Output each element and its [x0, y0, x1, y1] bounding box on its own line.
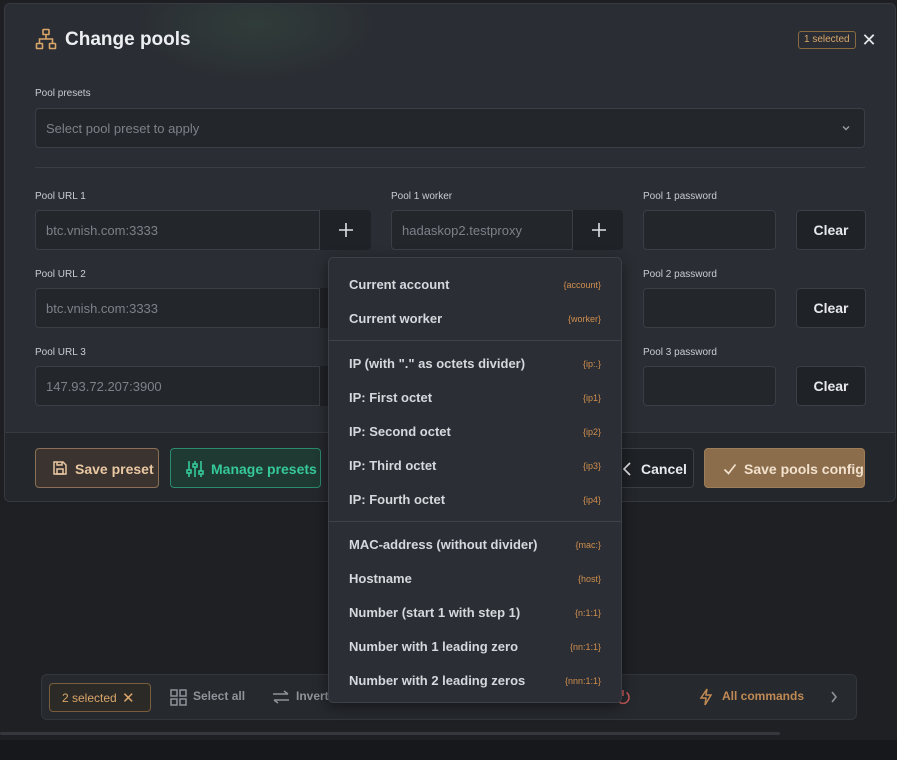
manage-presets-label: Manage presets	[211, 461, 317, 477]
invert-selection-button[interactable]: Invert	[296, 689, 329, 703]
menu-item-label: Number (start 1 with step 1)	[349, 605, 521, 620]
menu-separator	[329, 521, 621, 522]
lightning-icon	[699, 688, 713, 706]
plus-icon	[592, 223, 606, 237]
pool-1-worker-value: hadaskop2.testproxy	[402, 223, 522, 238]
check-icon	[723, 463, 737, 475]
menu-item-tag: {ip4}	[582, 495, 601, 505]
menu-item-label: IP: Fourth octet	[349, 492, 446, 507]
plus-icon	[339, 223, 353, 237]
section-divider	[35, 167, 865, 168]
pool-1-worker-input[interactable]: hadaskop2.testproxy	[391, 210, 623, 250]
menu-item-label: IP (with "." as octets divider)	[349, 356, 526, 371]
save-pools-config-button[interactable]: Save pools config	[704, 448, 865, 488]
pool-url-1-label: Pool URL 1	[35, 191, 86, 202]
selected-count-badge: 1 selected	[798, 31, 856, 49]
pool-1-password-label: Pool 1 password	[643, 191, 717, 202]
grid-icon	[170, 689, 187, 706]
pool-1-clear-button[interactable]: Clear	[796, 210, 866, 250]
pool-1-worker-add-placeholder-button[interactable]	[572, 210, 623, 250]
pool-1-worker-label: Pool 1 worker	[391, 191, 453, 202]
pool-url-3-label: Pool URL 3	[35, 347, 86, 358]
menu-item-tag: {host}	[577, 574, 601, 584]
selected-count-label: 2 selected	[62, 691, 117, 705]
menu-item-tag: {ip:.}	[582, 359, 601, 369]
save-pools-config-label: Save pools config	[744, 461, 864, 477]
menu-item-tag: {ip3}	[582, 461, 601, 471]
pool-3-clear-button[interactable]: Clear	[796, 366, 866, 406]
pool-url-2-value: btc.vnish.com:3333	[46, 301, 159, 316]
menu-item[interactable]: MAC-address (without divider) {mac:}	[329, 527, 621, 561]
pool-url-1-value: btc.vnish.com:3333	[46, 223, 159, 238]
close-icon[interactable]: ✕	[860, 31, 878, 49]
menu-item[interactable]: IP: Second octet {ip2}	[329, 414, 621, 448]
save-preset-label: Save preset	[75, 461, 154, 477]
menu-item-tag: {nn:1:1}	[569, 642, 601, 652]
pool-presets-label: Pool presets	[35, 88, 91, 99]
clear-selection-icon[interactable]: ✕	[122, 689, 135, 707]
selected-count-chip[interactable]: 2 selected ✕	[49, 683, 151, 712]
pool-url-3-value: 147.93.72.207:3900	[46, 379, 162, 394]
menu-item-tag: {ip1}	[582, 393, 601, 403]
menu-item-label: MAC-address (without divider)	[349, 537, 538, 552]
menu-item-label: Number with 1 leading zero	[349, 639, 519, 654]
placeholder-dropdown-menu: Current account {account} Current worker {w…	[328, 257, 622, 703]
save-icon	[53, 461, 67, 475]
pool-url-3-input[interactable]: 147.93.72.207:3900	[35, 366, 371, 406]
all-commands-button[interactable]: All commands	[722, 689, 804, 703]
menu-item-label: IP: Second octet	[349, 424, 451, 439]
menu-item-tag: {ip2}	[582, 427, 601, 437]
menu-item[interactable]: IP: Third octet {ip3}	[329, 448, 621, 482]
menu-item-label: IP: Third octet	[349, 458, 437, 473]
pool-3-password-input[interactable]	[643, 366, 776, 406]
pool-url-2-input[interactable]: btc.vnish.com:3333	[35, 288, 371, 328]
menu-item[interactable]: IP (with "." as octets divider) {ip:.}	[329, 346, 621, 380]
menu-item-label: Number with 2 leading zeros	[349, 673, 526, 688]
pool-preset-select[interactable]: Select pool preset to apply	[35, 108, 865, 148]
bottom-strip	[0, 740, 897, 760]
sliders-icon	[186, 461, 204, 477]
menu-item-label: Current account	[349, 277, 450, 292]
manage-presets-button[interactable]: Manage presets	[170, 448, 321, 488]
pool-1-password-input[interactable]	[643, 210, 776, 250]
pool-url-2-label: Pool URL 2	[35, 269, 86, 280]
pool-2-password-input[interactable]	[643, 288, 776, 328]
menu-item-tag: {worker}	[567, 314, 601, 324]
menu-item-label: IP: First octet	[349, 390, 433, 405]
menu-item-tag: {account}	[563, 280, 601, 290]
pool-preset-placeholder: Select pool preset to apply	[46, 121, 200, 136]
swap-arrows-icon	[273, 690, 289, 704]
menu-item[interactable]: Current worker {worker}	[329, 301, 621, 335]
cancel-label: Cancel	[641, 461, 687, 477]
modal-header: Change pools 1 selected ✕	[5, 4, 895, 74]
menu-separator	[329, 340, 621, 341]
pool-2-clear-button[interactable]: Clear	[796, 288, 866, 328]
pool-url-1-add-placeholder-button[interactable]	[319, 210, 371, 250]
chevron-right-icon[interactable]	[830, 691, 838, 703]
menu-item-tag: {n:1:1}	[574, 608, 601, 618]
menu-item[interactable]: Number with 2 leading zeros {nnn:1:1}	[329, 663, 621, 697]
menu-item[interactable]: IP: First octet {ip1}	[329, 380, 621, 414]
menu-item-tag: {nnn:1:1}	[564, 676, 601, 686]
menu-item-label: Hostname	[349, 571, 412, 586]
menu-item[interactable]: Current account {account}	[329, 267, 621, 301]
network-tree-icon	[35, 28, 57, 50]
pool-3-password-label: Pool 3 password	[643, 347, 717, 358]
menu-item[interactable]: IP: Fourth octet {ip4}	[329, 482, 621, 516]
chevron-left-icon	[622, 462, 631, 476]
chevron-down-icon	[842, 126, 850, 131]
save-preset-button[interactable]: Save preset	[35, 448, 159, 488]
menu-item-label: Current worker	[349, 311, 443, 326]
menu-item[interactable]: Hostname {host}	[329, 561, 621, 595]
select-all-button[interactable]: Select all	[193, 689, 245, 703]
horizontal-scrollbar[interactable]	[0, 732, 780, 735]
modal-title: Change pools	[65, 29, 191, 50]
menu-item[interactable]: Number (start 1 with step 1) {n:1:1}	[329, 595, 621, 629]
pool-2-password-label: Pool 2 password	[643, 269, 717, 280]
menu-item[interactable]: Number with 1 leading zero {nn:1:1}	[329, 629, 621, 663]
pool-url-1-input[interactable]: btc.vnish.com:3333	[35, 210, 371, 250]
menu-item-tag: {mac:}	[575, 540, 601, 550]
